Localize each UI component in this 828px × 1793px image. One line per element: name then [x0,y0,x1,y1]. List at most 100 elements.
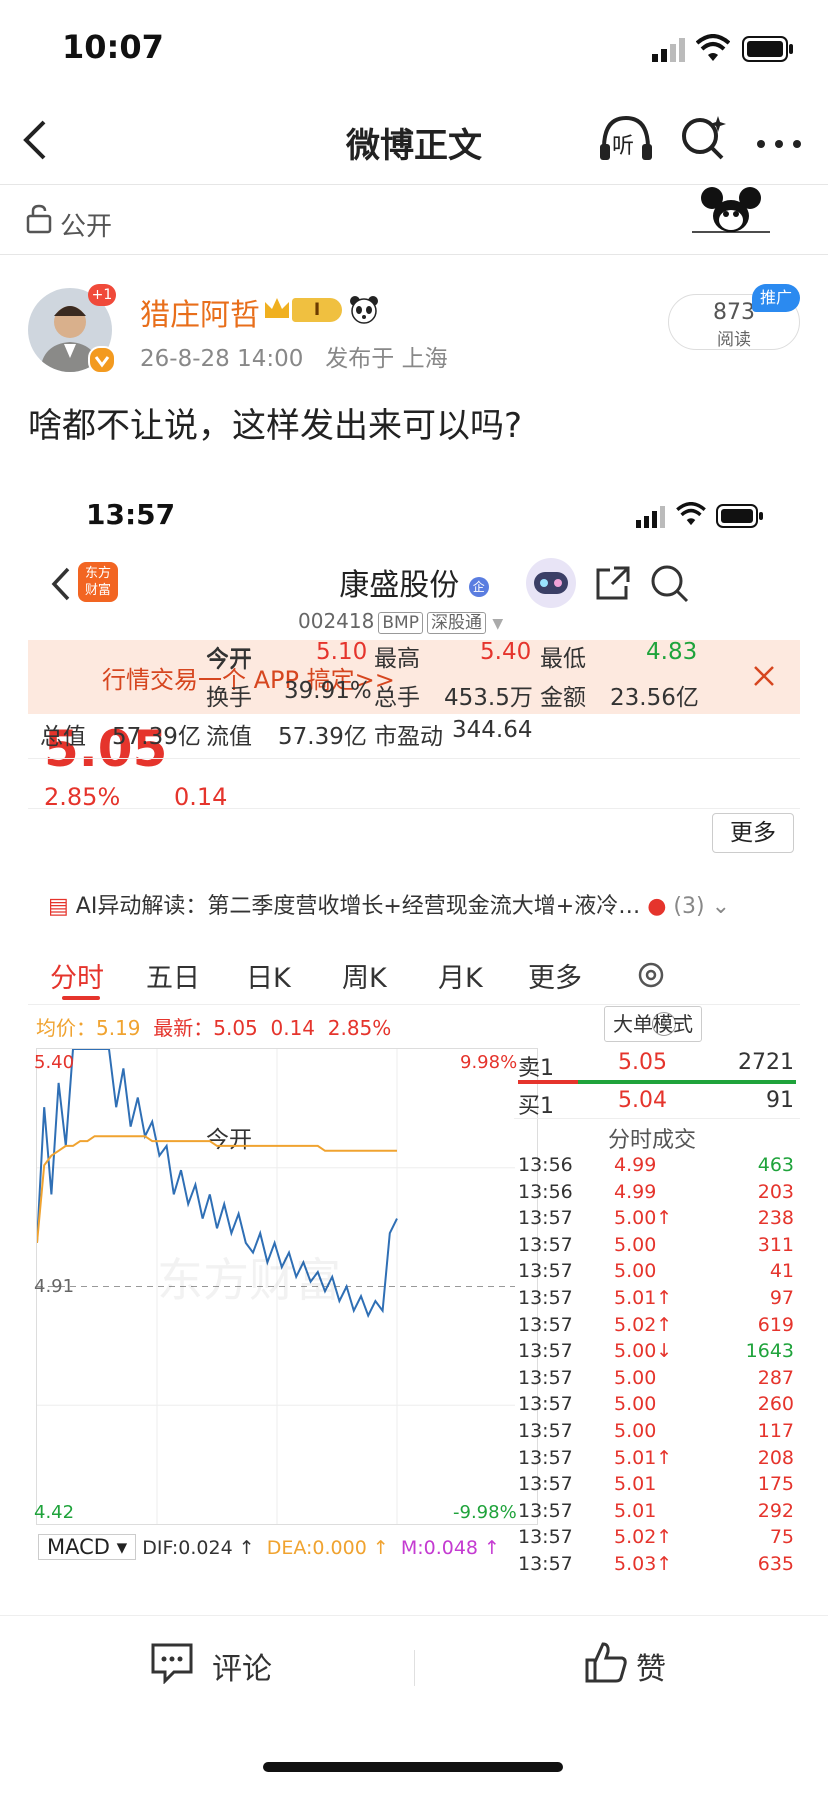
tab-monthly[interactable]: 月K [438,956,483,995]
trade-time: 13:56 [518,1180,573,1203]
trade-volume: 260 [757,1393,794,1416]
panda-icon [348,294,380,328]
sell1-vol: 2721 [738,1050,794,1075]
divider [514,1118,800,1119]
trade-volume: 1643 [745,1340,794,1363]
macd-select[interactable]: MACD ▾ [38,1534,137,1560]
y-mid-label: 4.91 [34,1276,75,1297]
trade-time: 13:57 [518,1499,573,1522]
trade-row: 13:57 5.00↓ 1643 [514,1340,800,1366]
trade-row: 13:56 4.99 203 [514,1181,800,1207]
trade-volume: 619 [757,1313,794,1336]
like-button[interactable]: 赞 [584,1640,694,1688]
buy1-label: 买1 [518,1094,554,1119]
tab-more[interactable]: 更多 [528,956,582,995]
trade-time: 13:57 [518,1526,573,1549]
buy1-vol: 91 [766,1088,794,1113]
comment-button[interactable]: 评论 [150,1642,280,1688]
ai-doc-icon: ▤ [48,894,69,919]
status-time: 10:07 [62,28,164,66]
y-top-pct: 9.98% [460,1052,518,1073]
settings-icon[interactable] [636,960,666,994]
tab-intraday[interactable]: 分时 [50,956,104,995]
sell1-label: 卖1 [518,1056,554,1081]
trade-row: 13:57 5.00 311 [514,1234,800,1260]
trade-price: 5.00↓ [614,1340,673,1363]
chart-watermark: 东方财富 [157,1253,341,1307]
home-indicator [263,1762,563,1772]
macd-label: MACD [47,1535,110,1559]
read-count-label: 阅读 [717,330,751,350]
search-icon[interactable] [680,114,726,164]
vip-badge-label: I [313,300,321,320]
more-options-icon[interactable] [756,134,802,153]
big-order-mode-button[interactable]: 大单模式 [604,1006,702,1042]
trade-volume: 635 [757,1553,794,1575]
listen-button[interactable]: 听 [598,114,654,164]
trade-volume: 463 [757,1154,794,1176]
post-text: 啥都不让说，这样发出来可以吗? [28,406,523,446]
verified-icon [88,346,116,374]
trade-time: 13:57 [518,1313,573,1336]
ai-insight-label: AI异动解读： [75,894,208,919]
trade-row: 13:57 5.00↑ 238 [514,1207,800,1233]
tab-5day[interactable]: 五日 [146,956,200,995]
trade-price: 5.00 [614,1233,657,1256]
embedded-lower: 更多 ▤ AI异动解读：第二季度营收增长+经营现金流大增+液冷… ● (3) ⌄… [28,480,800,1615]
signal-icon [652,38,688,66]
trade-price: 5.00 [614,1393,657,1416]
crown-icon [262,294,292,328]
trade-price: 5.01 [614,1499,657,1522]
wifi-icon [695,34,731,66]
more-stats-button[interactable]: 更多 [712,813,794,853]
trade-volume: 75 [769,1526,794,1549]
trade-volume: 287 [757,1366,794,1389]
chevron-down-icon: ⌄ [711,894,731,919]
lock-open-icon [26,204,52,238]
author-name[interactable]: 猎庄阿哲 [140,290,260,334]
thumbs-up-icon [585,1642,627,1683]
comment-icon [151,1643,193,1685]
ai-insight-bar[interactable]: ▤ AI异动解读：第二季度营收增长+经营现金流大增+液冷… ● (3) ⌄ [48,888,730,920]
sell1-price: 5.05 [618,1050,667,1075]
trade-volume: 97 [769,1287,794,1309]
bid-ask-bar [518,1080,796,1084]
trade-volume: 238 [757,1207,794,1230]
promote-badge[interactable]: 推广 [752,284,800,312]
ai-insight-text: 第二季度营收增长+经营现金流大增+液冷… [207,894,641,919]
trade-price: 5.00 [614,1260,657,1283]
trade-time: 13:57 [518,1420,573,1442]
trade-time: 13:57 [518,1340,573,1363]
trade-price: 4.99 [614,1154,657,1176]
avatar-badge: +1 [88,284,116,306]
tab-weekly[interactable]: 周K [342,956,387,995]
avg-value: 5.19 [96,1016,141,1040]
trade-row: 13:57 5.01↑ 208 [514,1447,800,1473]
divider [28,758,800,759]
trade-row: 13:57 5.01 292 [514,1500,800,1526]
trade-volume: 203 [757,1180,794,1203]
trade-row: 13:57 5.01 175 [514,1473,800,1499]
latest-chg: 0.14 [270,1016,316,1040]
like-label: 赞 [636,1652,666,1687]
tab-daily[interactable]: 日K [246,956,291,995]
trade-row: 13:57 5.03↑ 635 [514,1553,800,1579]
trade-time: 13:57 [518,1473,573,1496]
trade-time: 13:57 [518,1287,573,1309]
trade-price: 5.01↑ [614,1446,673,1469]
latest-label: 最新： [153,1016,214,1040]
ai-insight-count: (3) [673,894,705,919]
trade-row: 13:57 5.01↑ 97 [514,1287,800,1313]
trade-volume: 117 [757,1420,794,1442]
intraday-chart[interactable]: 东方财富 [36,1048,538,1525]
post-location: 发布于 上海 [325,346,448,372]
divider [28,808,800,809]
trade-price: 5.02↑ [614,1313,673,1336]
macd-bar: MACD ▾ DIF:0.024 ↑ DEA:0.000 ↑ M:0.048 ↑ [38,1534,500,1560]
comment-label: 评论 [212,1652,272,1687]
vip-badge: I [292,298,342,322]
macd-dif: DIF:0.024 ↑ [142,1537,255,1559]
tab-underline [62,996,100,1000]
divider [414,1650,415,1686]
macd-m: M:0.048 ↑ [400,1537,500,1559]
